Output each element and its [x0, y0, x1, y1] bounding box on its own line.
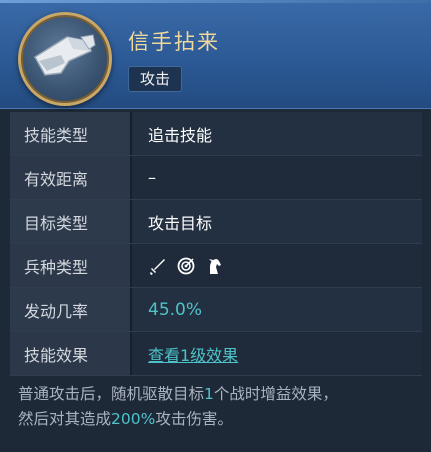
trigger-rate-value: 45.0%: [148, 299, 203, 320]
effective-range-value: –: [148, 168, 156, 187]
description-text: 普通攻击后，随机驱散目标: [18, 385, 205, 403]
row-skill-effect: 技能效果 查看1级效果: [10, 332, 422, 376]
troop-type-label: 兵种类型: [10, 244, 132, 287]
row-skill-type: 技能类型 追击技能: [10, 112, 422, 156]
description-text: 个战时增益效果，: [213, 385, 338, 403]
sword-icon: [148, 256, 168, 276]
skill-name: 信手拈来: [128, 30, 220, 54]
row-effective-range: 有效距离 –: [10, 156, 422, 200]
skill-effect-value: 查看1级效果: [132, 342, 238, 366]
skill-type-value: 追击技能: [148, 125, 213, 145]
skill-header: 信手拈来 攻击: [0, 0, 431, 109]
row-target-type: 目标类型 攻击目标: [10, 200, 422, 244]
description-highlight: 200%: [111, 410, 156, 428]
skill-effect-label: 技能效果: [10, 332, 132, 375]
target-type-value: 攻击目标: [148, 213, 213, 233]
skill-tag-badge: 攻击: [128, 66, 182, 92]
description-text: 然后对其造成: [18, 410, 112, 428]
row-troop-type: 兵种类型: [10, 244, 422, 288]
description-text: 攻击伤害。: [155, 410, 233, 428]
view-level-effect-link[interactable]: 查看1级效果: [148, 342, 238, 366]
skill-info-table: 技能类型 追击技能 有效距离 – 目标类型 攻击目标 兵种类型 发动几率 45.…: [10, 112, 422, 376]
trigger-rate-label: 发动几率: [10, 288, 132, 331]
troop-type-icons: [132, 256, 224, 276]
target-type-label: 目标类型: [10, 200, 132, 243]
bow-target-icon: [176, 256, 196, 276]
description-highlight: 1: [204, 385, 214, 403]
skill-card: 信手拈来 攻击 技能类型 追击技能 有效距离 – 目标类型 攻击目标 兵种类型: [0, 0, 431, 452]
effective-range-label: 有效距离: [10, 156, 132, 199]
horse-icon: [204, 256, 224, 276]
skill-description: 普通攻击后，随机驱散目标1个战时增益效果， 然后对其造成200%攻击伤害。: [18, 382, 418, 432]
skill-type-label: 技能类型: [10, 112, 132, 155]
row-trigger-rate: 发动几率 45.0%: [10, 288, 422, 332]
gauntlet-icon: [18, 12, 112, 106]
